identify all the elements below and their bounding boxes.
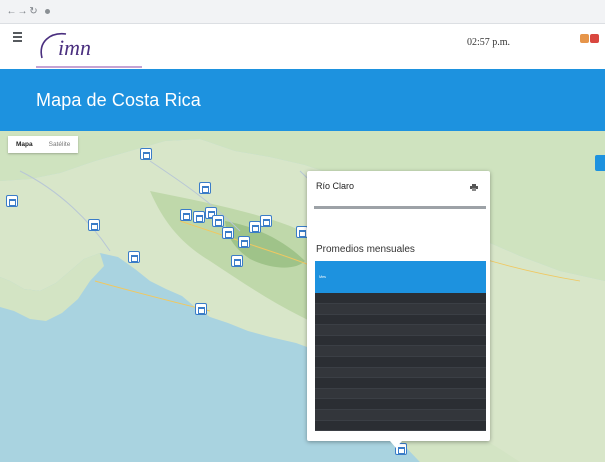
title-separator (314, 206, 486, 209)
table-row (315, 398, 486, 411)
notification-icon[interactable] (580, 34, 589, 43)
column-header (374, 283, 397, 293)
station-info-window: Río Claro Promedios mensuales Mes (307, 171, 490, 441)
browser-toolbar: ← → ↻ (0, 0, 605, 24)
column-header: Mes (315, 261, 330, 293)
station-marker[interactable] (140, 148, 152, 160)
table-row (315, 409, 486, 421)
station-name: Río Claro (316, 181, 355, 191)
table-row (315, 303, 486, 315)
station-marker[interactable] (6, 195, 18, 207)
satellite-view-button[interactable]: Satélite (41, 136, 79, 153)
table-row (315, 314, 486, 326)
station-marker[interactable] (199, 182, 211, 194)
reload-icon[interactable]: ↻ (28, 6, 39, 17)
header-icons (579, 34, 599, 43)
site-info-icon[interactable] (45, 9, 50, 14)
table-row (315, 377, 486, 389)
column-header (463, 261, 486, 293)
imn-logo[interactable]: imn (36, 28, 142, 66)
station-marker[interactable] (260, 215, 272, 227)
column-header (330, 283, 353, 293)
back-icon[interactable]: ← (6, 6, 17, 17)
monthly-table-body (315, 293, 486, 432)
page-title: Mapa de Costa Rica (36, 90, 201, 110)
table-row (315, 356, 486, 368)
table-row (315, 335, 486, 347)
info-window-pointer (390, 441, 402, 448)
station-marker[interactable] (88, 219, 100, 231)
table-row (315, 345, 486, 358)
station-marker[interactable] (238, 236, 250, 248)
station-marker[interactable] (231, 255, 243, 267)
title-banner: Mapa de Costa Rica (0, 69, 605, 131)
forward-icon[interactable]: → (17, 6, 28, 17)
address-bar[interactable] (45, 9, 54, 14)
station-marker[interactable] (128, 251, 140, 263)
table-row (315, 388, 486, 400)
table-row (315, 367, 486, 379)
map-canvas[interactable]: Mapa Satélite (0, 131, 605, 462)
column-header (419, 261, 442, 293)
column-header (441, 261, 464, 293)
monthly-averages-table: Mes (315, 261, 486, 432)
table-row (315, 324, 486, 336)
column-header (396, 261, 420, 293)
site-header: imn 02:57 p.m. (0, 24, 605, 69)
current-time: 02:57 p.m. (466, 37, 510, 48)
logo-wordmark: imn (58, 35, 91, 60)
monthly-averages-title: Promedios mensuales (316, 244, 415, 255)
station-marker[interactable] (222, 227, 234, 239)
map-view-button[interactable]: Mapa (8, 136, 41, 153)
logo-underline (36, 66, 142, 68)
table-row (315, 293, 486, 305)
print-icon[interactable] (470, 184, 478, 191)
column-header (352, 283, 375, 293)
station-marker[interactable] (195, 303, 207, 315)
station-marker[interactable] (193, 211, 205, 223)
fullscreen-button[interactable] (595, 155, 605, 171)
station-marker[interactable] (212, 215, 224, 227)
map-type-toggle: Mapa Satélite (8, 136, 79, 153)
station-marker[interactable] (180, 209, 192, 221)
column-header-group (330, 261, 397, 283)
table-row (315, 420, 486, 432)
menu-button[interactable] (9, 30, 25, 58)
clock: 02:57 p.m. (467, 37, 510, 49)
hamburger-icon (9, 32, 25, 42)
alert-icon[interactable] (590, 34, 599, 43)
map-base (0, 131, 605, 462)
screen: ← → ↻ imn 02:57 p.m. Mapa de Costa Rica (0, 0, 605, 462)
